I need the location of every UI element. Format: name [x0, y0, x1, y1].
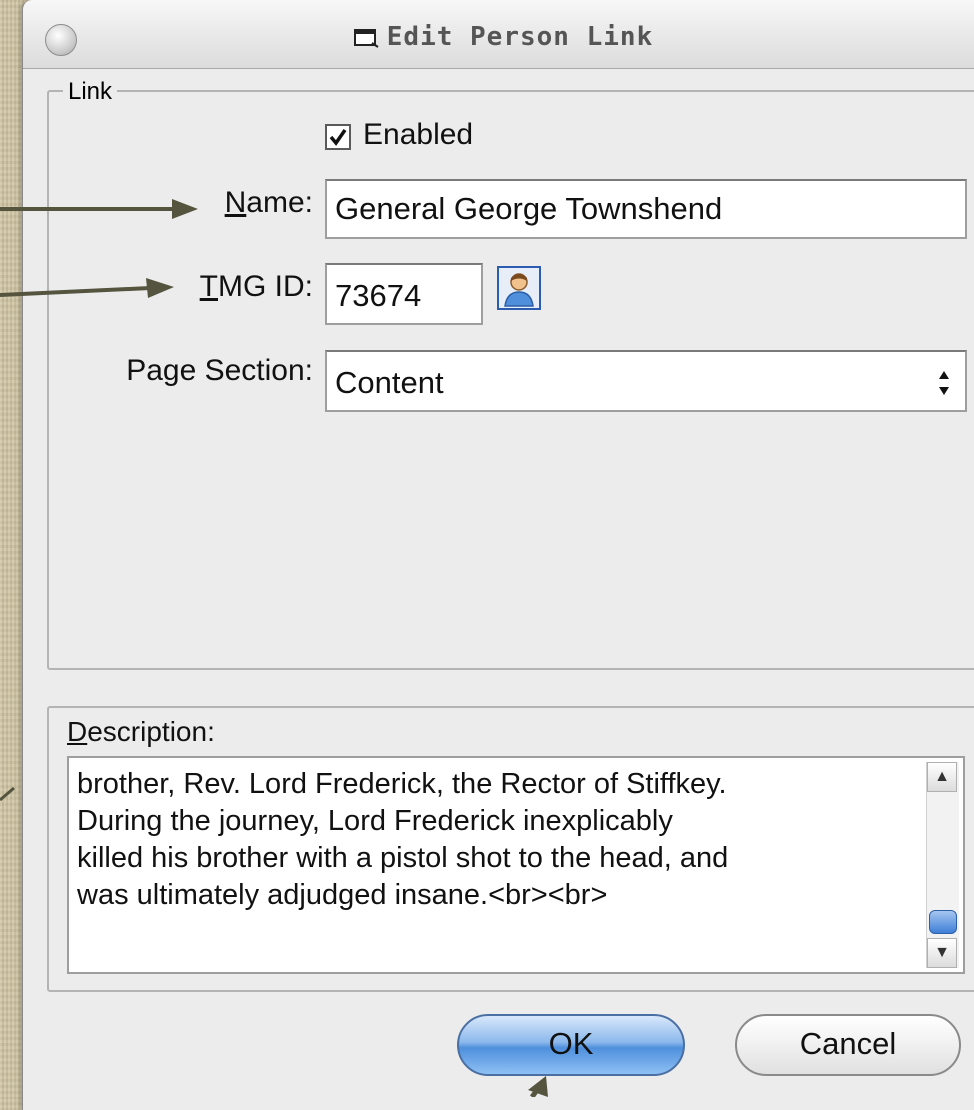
scroll-thumb[interactable] [929, 910, 957, 934]
cancel-button[interactable]: Cancel [735, 1014, 961, 1076]
enabled-label: Enabled [363, 118, 474, 151]
title-bar[interactable]: Edit Person Link [23, 0, 974, 69]
description-scrollbar[interactable]: ▲ ▼ [926, 762, 959, 968]
page-section-select[interactable]: Content [325, 350, 967, 412]
name-field[interactable]: General George Townshend [325, 179, 967, 239]
person-picker-icon [504, 273, 534, 307]
window-title-text: Edit Person Link [386, 22, 654, 52]
page-section-label: Page Section: [126, 354, 313, 387]
checkmark-icon [329, 129, 347, 146]
link-group-legend: Link [63, 78, 118, 106]
description-line: brother, Rev. Lord Frederick, the Rector… [77, 768, 727, 800]
scroll-down-icon: ▼ [934, 944, 950, 961]
tmg-id-field[interactable]: 73674 [325, 263, 483, 325]
description-line: was ultimately adjudged insane.<br><br> [77, 879, 608, 911]
description-textarea[interactable]: brother, Rev. Lord Frederick, the Rector… [67, 756, 965, 974]
name-label: Name: [224, 186, 313, 219]
description-text: brother, Rev. Lord Frederick, the Rector… [77, 766, 897, 914]
description-line: During the journey, Lord Frederick inexp… [77, 805, 673, 837]
person-picker-button[interactable] [497, 266, 541, 310]
window-title: Edit Person Link [23, 22, 974, 52]
description-label: Description: [67, 716, 215, 747]
scroll-up-icon: ▲ [934, 768, 950, 785]
page-section-value: Content [335, 365, 444, 400]
ok-button[interactable]: OK [457, 1014, 685, 1076]
up-down-arrows-icon [939, 371, 949, 395]
scroll-down-button[interactable]: ▼ [927, 938, 957, 968]
description-annotation-arrow [0, 786, 15, 802]
edit-person-link-dialog: Edit Person Link Link Enabled Name: Gene… [22, 0, 974, 1110]
tmg-id-label: TMG ID: [199, 270, 313, 303]
window-icon [353, 29, 379, 48]
enabled-checkbox[interactable] [325, 124, 351, 150]
scroll-up-button[interactable]: ▲ [927, 762, 957, 792]
description-line: killed his brother with a pistol shot to… [77, 842, 729, 874]
